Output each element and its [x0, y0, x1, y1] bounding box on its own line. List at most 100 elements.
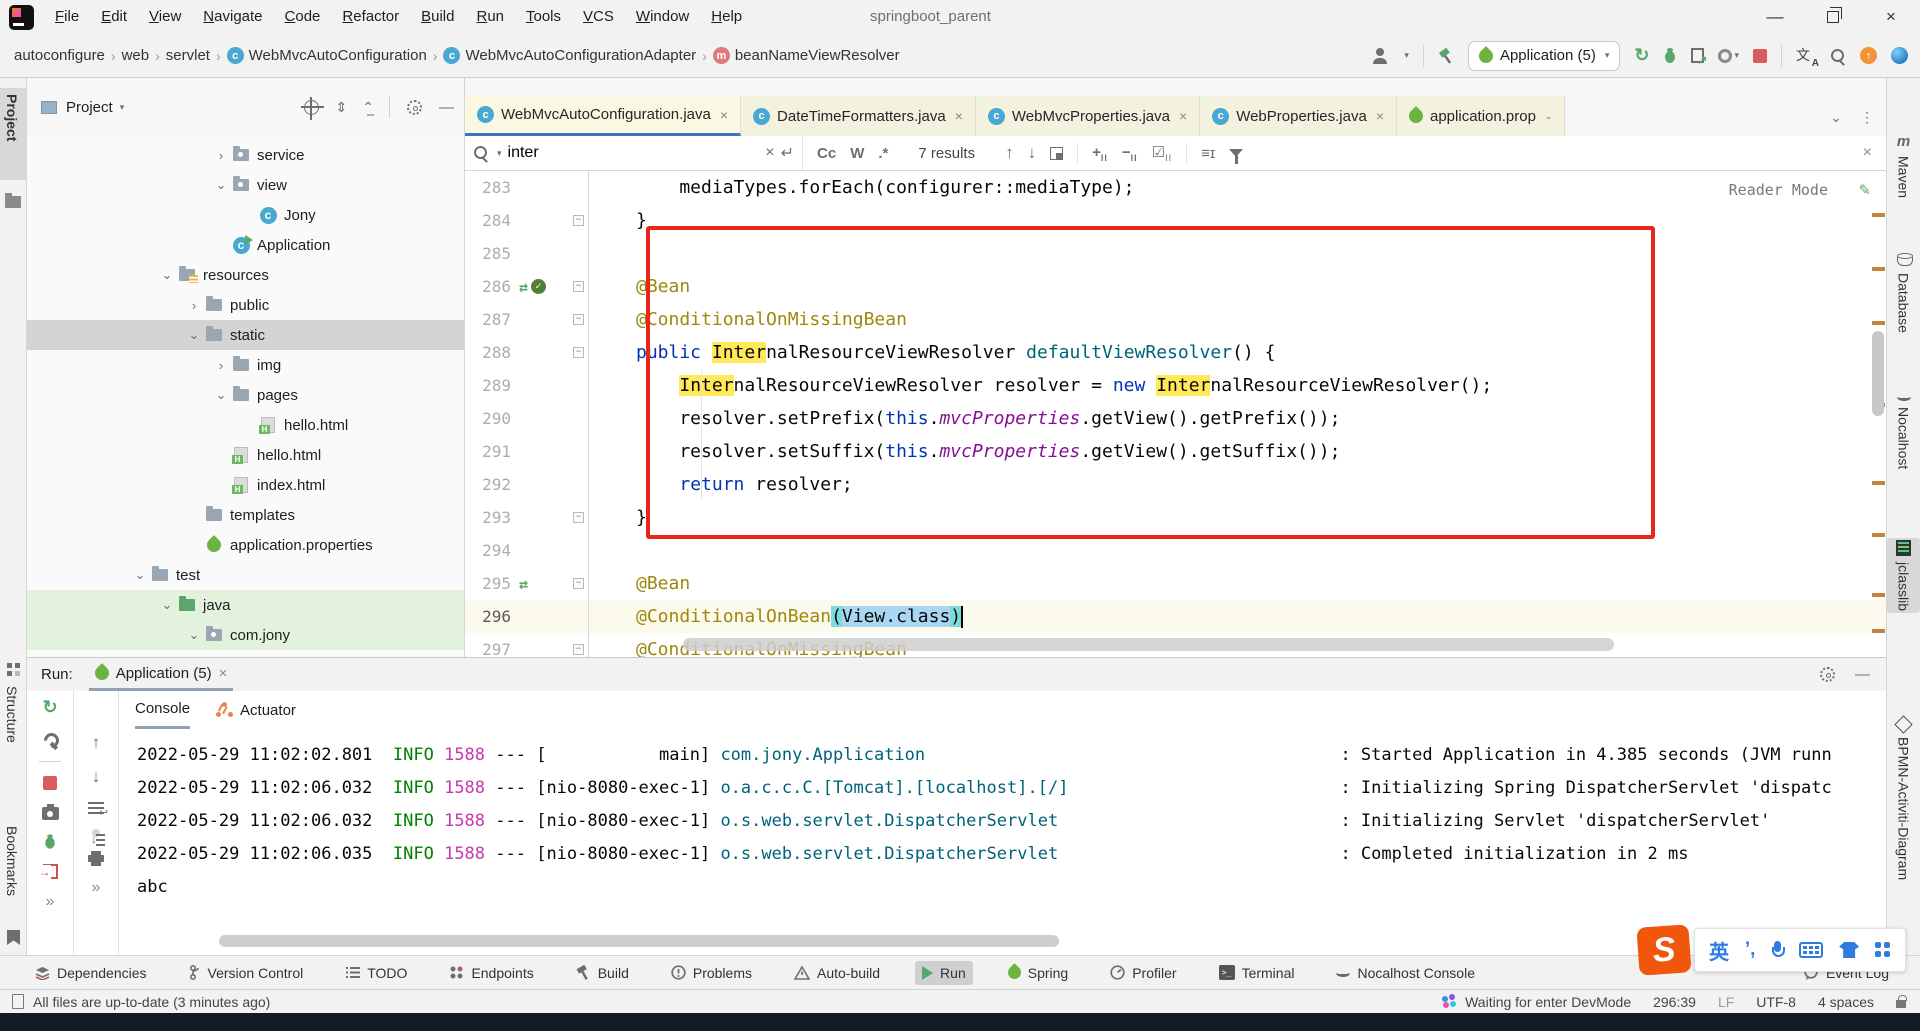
editor-tab[interactable]: c WebMvcProperties.java ×	[975, 96, 1201, 136]
toolbutton-problems[interactable]: Problems	[664, 961, 759, 985]
maximize-button[interactable]	[1804, 0, 1862, 34]
code-line-289[interactable]: 289 InternalResourceViewResolver resolve…	[465, 369, 1886, 402]
file-encoding[interactable]: UTF-8	[1756, 994, 1796, 1010]
console-output[interactable]: 2022-05-29 11:02:02.801 INFO 1588 --- [ …	[119, 729, 1886, 955]
soft-wrap-icon[interactable]	[88, 801, 108, 819]
tree-item-public[interactable]: › public	[27, 290, 464, 320]
editor-horizontal-scrollbar[interactable]	[683, 638, 1614, 651]
toolwindow-jclasslib[interactable]: jclasslib	[1887, 538, 1920, 614]
remove-selection-icon[interactable]: −II	[1122, 144, 1138, 163]
code-line-284[interactable]: 284−}	[465, 204, 1886, 237]
microphone-icon[interactable]	[1771, 941, 1786, 959]
tree-item-hello-html[interactable]: hello.html	[27, 410, 464, 440]
search-history-chevron-icon[interactable]: ▾	[497, 148, 502, 159]
hide-panel-icon[interactable]: —	[439, 99, 454, 116]
caret-position[interactable]: 296:39	[1653, 994, 1696, 1010]
bookmarks-icon[interactable]	[7, 930, 20, 945]
code-line-296[interactable]: 296 @ConditionalOnBean(View.class)	[465, 600, 1886, 633]
gradle-sphere-icon[interactable]	[1891, 47, 1908, 64]
toolbutton-run[interactable]: Run	[915, 960, 973, 985]
editor-tab[interactable]: c WebProperties.java ×	[1200, 96, 1397, 136]
code-line-293[interactable]: 293−}	[465, 501, 1886, 534]
project-folder-icon[interactable]	[5, 193, 21, 208]
editor-tab[interactable]: c WebMvcAutoConfiguration.java ×	[465, 96, 742, 136]
tree-chevron-icon[interactable]: ›	[211, 358, 231, 373]
build-hammer-icon[interactable]	[1438, 47, 1454, 64]
scroll-up-icon[interactable]: ↑	[92, 733, 101, 753]
next-occurrence-icon[interactable]: ↓	[1028, 143, 1037, 163]
close-button[interactable]: ×	[1862, 0, 1920, 34]
words-toggle[interactable]: W	[850, 145, 864, 162]
select-occurrences-icon[interactable]: ☑II	[1152, 143, 1172, 163]
tree-chevron-icon[interactable]: ›	[211, 148, 231, 163]
code-line-294[interactable]: 294	[465, 534, 1886, 567]
regex-toggle[interactable]: .*	[878, 145, 888, 162]
edit-configuration-wrench-icon[interactable]	[43, 732, 58, 747]
menu-tools[interactable]: Tools	[515, 0, 572, 34]
editor-vertical-scrollbar[interactable]	[1872, 331, 1884, 416]
tree-chevron-icon[interactable]: ⌄	[211, 177, 231, 193]
close-run-tab-icon[interactable]: ×	[219, 665, 228, 682]
profiler-button[interactable]: ▾	[1718, 48, 1739, 63]
rerun-icon[interactable]: ↻	[42, 697, 57, 718]
menu-vcs[interactable]: VCS	[572, 0, 625, 34]
gear-icon[interactable]	[1820, 667, 1835, 682]
toolwindow-nocalhost[interactable]: Nocalhost	[1887, 393, 1920, 469]
print-icon[interactable]	[88, 851, 104, 865]
edit-pencil-icon[interactable]: ✎	[1859, 179, 1870, 200]
more-actions-chevrons[interactable]: »	[46, 893, 55, 911]
fold-marker-icon[interactable]: −	[573, 512, 584, 523]
tree-chevron-icon[interactable]: ⌄	[211, 387, 231, 403]
tab-actuator[interactable]: Actuator	[216, 691, 296, 729]
menu-help[interactable]: Help	[700, 0, 753, 34]
filter-lines-icon[interactable]: ≡ɪ	[1201, 145, 1215, 162]
toolbutton-nocalhost-console[interactable]: Nocalhost Console	[1329, 961, 1482, 985]
tree-item-application-properties[interactable]: application.properties	[27, 530, 464, 560]
sogou-logo-icon[interactable]: S	[1636, 924, 1692, 976]
stop-icon[interactable]	[43, 776, 57, 790]
minimize-button[interactable]: —	[1746, 0, 1804, 34]
ime-punctuation-toggle[interactable]: ’,	[1745, 939, 1756, 961]
code-line-287[interactable]: 287− @ConditionalOnMissingBean	[465, 303, 1886, 336]
code-line-295[interactable]: 295 ⇄ − @Bean	[465, 567, 1886, 600]
toolbutton-endpoints[interactable]: Endpoints	[442, 961, 540, 985]
menu-file[interactable]: File	[44, 0, 90, 34]
tree-item-application[interactable]: c Application	[27, 230, 464, 260]
indent-setting[interactable]: 4 spaces	[1818, 994, 1874, 1010]
breadcrumb-item[interactable]: c WebMvcAutoConfigurationAdapter	[443, 47, 696, 64]
code-line-291[interactable]: 291 resolver.setSuffix(this.mvcPropertie…	[465, 435, 1886, 468]
scroll-to-end-icon[interactable]	[92, 829, 100, 837]
exit-icon[interactable]	[38, 864, 58, 879]
more-actions-chevrons[interactable]: »	[92, 879, 101, 897]
tree-item-img[interactable]: › img	[27, 350, 464, 380]
code-editor[interactable]: 283 mediaTypes.forEach(configurer::media…	[465, 171, 1886, 657]
hide-panel-icon[interactable]: —	[1855, 666, 1870, 683]
toolwindow-bpmn[interactable]: BPMN-Activiti-Diagram	[1887, 715, 1920, 880]
tree-chevron-icon[interactable]: ›	[184, 298, 204, 313]
collapse-all-icon[interactable]: ⌃̲	[362, 99, 374, 116]
spring-bean-icon[interactable]: ⇄	[519, 278, 528, 296]
devmode-status[interactable]: Waiting for enter DevMode	[1442, 994, 1631, 1010]
menu-code[interactable]: Code	[274, 0, 332, 34]
tree-chevron-icon[interactable]: ⌄	[184, 627, 204, 643]
tree-item-static[interactable]: ⌄ static	[27, 320, 464, 350]
gear-icon[interactable]	[407, 99, 422, 115]
code-line-292[interactable]: 292 return resolver;	[465, 468, 1886, 501]
editor-tab[interactable]: c DateTimeFormatters.java ×	[741, 96, 976, 136]
toolbutton-profiler[interactable]: Profiler	[1103, 961, 1183, 985]
code-line-286[interactable]: 286 ⇄ ✓ − @Bean	[465, 270, 1886, 303]
breadcrumb-item[interactable]: c WebMvcAutoConfiguration	[226, 47, 427, 64]
tree-item-service[interactable]: › service	[27, 140, 464, 170]
close-tab-icon[interactable]: ×	[955, 108, 963, 124]
toolbutton-version-control[interactable]: Version Control	[182, 961, 311, 985]
spring-bean-icon[interactable]: ⇄	[519, 575, 528, 593]
ime-language-toggle[interactable]: 英	[1709, 936, 1729, 965]
tab-list-chevron-icon[interactable]: ⌄	[1830, 109, 1842, 126]
tree-item-jony[interactable]: c Jony	[27, 200, 464, 230]
coverage-button[interactable]	[1691, 48, 1707, 67]
run-button[interactable]: ↻	[1634, 45, 1649, 66]
tree-item-index-html[interactable]: index.html	[27, 470, 464, 500]
attach-debugger-icon[interactable]	[43, 834, 56, 849]
update-icon[interactable]: ↑	[1860, 47, 1877, 64]
search-field[interactable]: ▾ inter × ↵	[465, 135, 803, 171]
